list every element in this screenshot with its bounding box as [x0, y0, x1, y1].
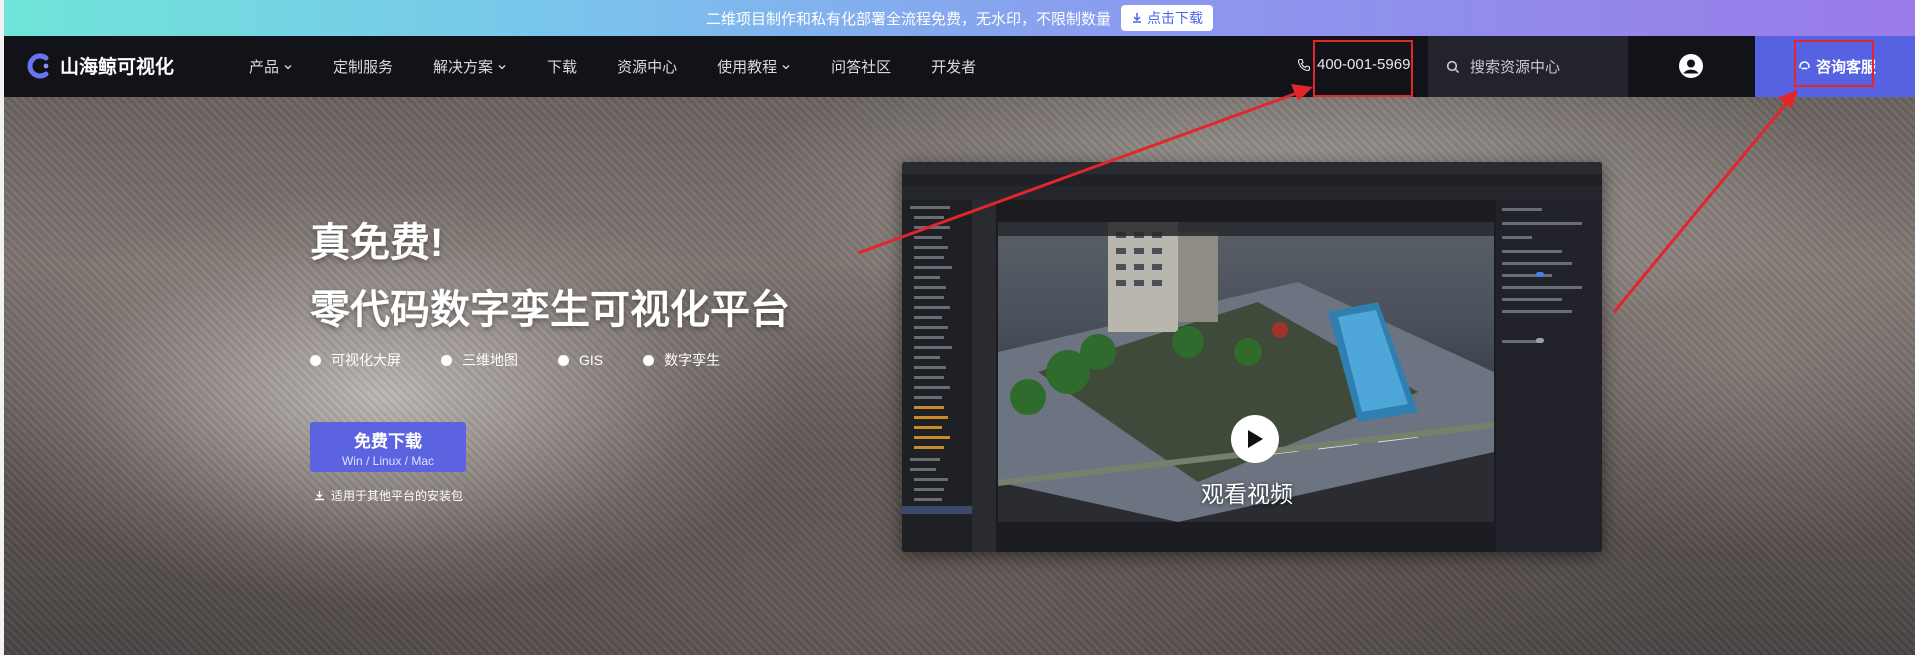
- announcement-download-button[interactable]: 点击下载: [1121, 5, 1213, 31]
- menu-item-tutorials[interactable]: 使用教程: [717, 56, 791, 77]
- watch-video-caption[interactable]: 观看视频: [1201, 475, 1293, 509]
- other-platforms-link[interactable]: 适用于其他平台的安装包: [314, 487, 463, 504]
- hero-tag: 三维地图: [441, 350, 518, 370]
- search-box[interactable]: 搜索资源中心: [1428, 36, 1628, 97]
- menu-item-product[interactable]: 产品: [249, 56, 293, 77]
- chevron-down-icon: [284, 64, 292, 69]
- menu-label: 问答社区: [831, 59, 892, 76]
- brand-name: 山海鲸可视化: [60, 57, 175, 78]
- hero-title-line2: 零代码数字孪生可视化平台: [310, 288, 790, 332]
- brand-logo[interactable]: 山海鲸可视化: [26, 52, 174, 79]
- chevron-down-icon: [498, 64, 506, 69]
- preview-layer-panel: [902, 200, 972, 552]
- hero-section: 真免费! 零代码数字孪生可视化平台 可视化大屏 三维地图 GIS 数字孪生 免费…: [4, 97, 1915, 655]
- bullet-icon: [643, 354, 655, 366]
- menu-item-custom-service[interactable]: 定制服务: [333, 56, 393, 77]
- preview-tool-strip: [972, 200, 996, 552]
- tag-label: 可视化大屏: [331, 352, 401, 368]
- download-icon: [315, 491, 324, 501]
- menu-label: 使用教程: [717, 59, 778, 76]
- play-video-button[interactable]: [1231, 415, 1279, 463]
- tag-label: 数字孪生: [664, 352, 721, 368]
- menu-item-download[interactable]: 下载: [547, 56, 577, 77]
- menu-label: 解决方案: [433, 59, 494, 76]
- top-nav: 山海鲸可视化 产品 定制服务 解决方案 下载 资源中心 使用教程 问答社区 开发…: [4, 36, 1915, 97]
- announcement-bar: 二维项目制作和私有化部署全流程免费，无水印，不限制数量 点击下载: [4, 0, 1915, 36]
- preview-status-bar: [998, 522, 1494, 552]
- hero-title-line1: 真免费!: [310, 221, 444, 265]
- menu-label: 开发者: [931, 59, 977, 76]
- menu-item-solutions[interactable]: 解决方案: [433, 56, 507, 77]
- menu-item-community[interactable]: 问答社区: [831, 56, 891, 77]
- user-icon: [1680, 55, 1702, 77]
- menu-item-resources[interactable]: 资源中心: [617, 56, 677, 77]
- annotation-box-phone: [1313, 40, 1413, 97]
- annotation-box-consult: [1794, 40, 1874, 87]
- preview-address-bar: [902, 174, 1602, 186]
- menu-item-developer[interactable]: 开发者: [931, 56, 976, 77]
- preview-property-panel: [1496, 200, 1602, 552]
- user-avatar[interactable]: [1679, 54, 1703, 78]
- tag-label: GIS: [579, 352, 604, 368]
- bullet-icon: [441, 354, 452, 366]
- hero-tag: GIS: [558, 350, 603, 370]
- main-menu: 产品 定制服务 解决方案 下载 资源中心 使用教程 问答社区 开发者: [249, 36, 1016, 97]
- menu-label: 产品: [249, 59, 280, 76]
- chevron-down-icon: [782, 64, 790, 69]
- layer-tree-lines: [902, 206, 972, 514]
- search-input[interactable]: 搜索资源中心: [1470, 56, 1560, 77]
- hero-tag: 数字孪生: [643, 350, 720, 370]
- preview-browser-tabs: [902, 162, 1602, 174]
- announcement-download-label: 点击下载: [1147, 10, 1203, 26]
- tag-label: 三维地图: [462, 352, 518, 368]
- bullet-icon: [558, 354, 569, 366]
- other-platforms-label: 适用于其他平台的安装包: [331, 489, 464, 503]
- download-button-subtitle: Win / Linux / Mac: [341, 453, 435, 468]
- menu-label: 资源中心: [617, 59, 678, 76]
- hero-tag: 可视化大屏: [310, 350, 401, 370]
- preview-toolbar: [902, 186, 1602, 200]
- download-button-title: 免费下载: [354, 431, 422, 451]
- announcement-text: 二维项目制作和私有化部署全流程免费，无水印，不限制数量: [705, 10, 1111, 28]
- property-lines: [1502, 208, 1582, 343]
- phone-icon: [1297, 58, 1311, 71]
- menu-label: 定制服务: [333, 59, 394, 76]
- hero-tags: 可视化大屏 三维地图 GIS 数字孪生: [310, 350, 760, 370]
- menu-label: 下载: [547, 59, 578, 76]
- free-download-button[interactable]: 免费下载 Win / Linux / Mac: [310, 422, 466, 472]
- logo-icon: [27, 53, 49, 78]
- bullet-icon: [310, 354, 321, 366]
- play-icon: [1248, 430, 1263, 448]
- search-icon: [1446, 60, 1460, 73]
- download-icon: [1133, 13, 1141, 23]
- window-edge: [0, 0, 4, 655]
